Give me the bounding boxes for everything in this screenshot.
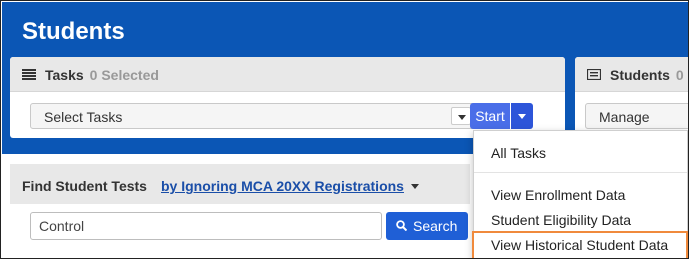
- search-input[interactable]: [30, 212, 382, 240]
- list-alt-icon: [587, 69, 601, 80]
- tasks-panel-title: Tasks 0 Selected: [45, 67, 159, 83]
- students-count: 0: [675, 67, 684, 83]
- menu-divider: [474, 172, 687, 173]
- select-tasks-dropdown[interactable]: Select Tasks: [30, 103, 476, 129]
- search-button-label: Search: [413, 218, 458, 234]
- start-dropdown-menu: All Tasks View Enrollment Data Student E…: [472, 130, 688, 258]
- app-frame: Students Tasks 0 Selected Select Tasks S…: [0, 0, 689, 259]
- manage-value: Manage: [599, 109, 650, 125]
- menu-item-all-tasks[interactable]: All Tasks: [491, 145, 546, 161]
- students-panel-title: Students 0: [610, 67, 684, 83]
- menu-item-highlight: [472, 231, 688, 258]
- filter-chevron-down-icon[interactable]: [411, 184, 419, 189]
- tasks-panel-header: Tasks 0 Selected: [10, 57, 565, 92]
- students-panel: Students 0 Manage: [575, 57, 688, 138]
- menu-item-view-enrollment-data[interactable]: View Enrollment Data: [491, 187, 625, 203]
- search-button[interactable]: Search: [386, 212, 468, 240]
- select-tasks-caret[interactable]: [451, 107, 471, 125]
- students-label: Students: [610, 67, 670, 83]
- start-dropdown-toggle[interactable]: [511, 103, 533, 129]
- manage-dropdown[interactable]: Manage: [585, 103, 688, 129]
- search-icon: [396, 220, 407, 231]
- chevron-down-icon: [518, 114, 526, 119]
- selected-count: 0 Selected: [89, 67, 159, 83]
- students-panel-header: Students 0: [575, 57, 688, 92]
- tasks-label: Tasks: [45, 67, 84, 83]
- find-filter-link[interactable]: by Ignoring MCA 20XX Registrations: [161, 178, 404, 194]
- menu-item-student-eligibility-data[interactable]: Student Eligibility Data: [491, 212, 631, 228]
- chevron-down-icon: [458, 115, 466, 120]
- select-tasks-value: Select Tasks: [44, 109, 123, 125]
- page-title: Students: [22, 18, 125, 45]
- start-button[interactable]: Start: [470, 103, 510, 129]
- find-tests-title: Find Student Tests: [22, 178, 147, 194]
- list-icon: [22, 69, 36, 80]
